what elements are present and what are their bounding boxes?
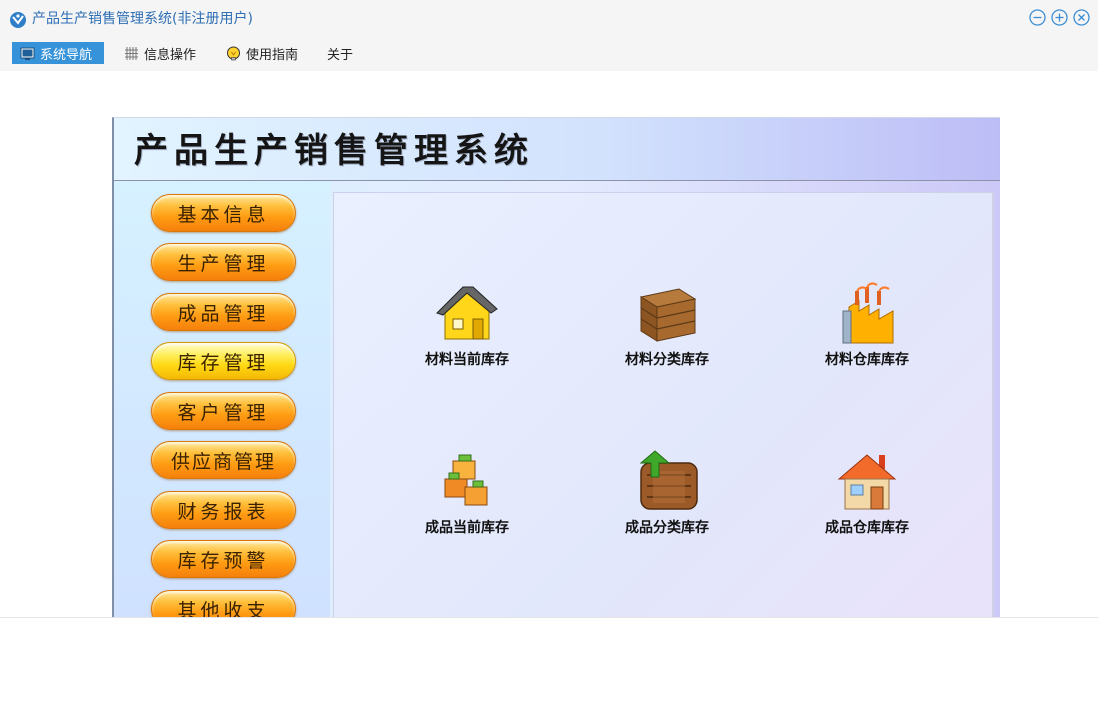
maximize-icon[interactable] [1051, 9, 1068, 26]
tile-material-warehouse-stock[interactable]: 材料仓库库存 [802, 281, 932, 381]
nav-finished-goods[interactable]: 成品管理 [151, 293, 296, 331]
lightbulb-icon [227, 46, 240, 60]
menu-system-navigation[interactable]: 系统导航 [12, 42, 104, 64]
menu-label: 系统导航 [40, 47, 93, 63]
factory-icon [842, 282, 894, 344]
system-navigation-panel: 产品生产销售管理系统 基本信息 生产管理 成品管理 库存管理 客户管理 供应商管… [112, 117, 1000, 617]
nav-basic-info[interactable]: 基本信息 [151, 194, 296, 232]
tile-label: 材料分类库存 [625, 352, 709, 368]
menu-label: 信息操作 [144, 47, 197, 63]
tile-material-category-stock[interactable]: 材料分类库存 [602, 281, 732, 381]
module-sidebar: 基本信息 生产管理 成品管理 库存管理 客户管理 供应商管理 财务报表 库存预警… [114, 181, 330, 617]
house-roof-icon [436, 286, 498, 340]
nav-customers[interactable]: 客户管理 [151, 392, 296, 430]
title-bar[interactable]: 产品生产销售管理系统(非注册用户) [0, 0, 1098, 38]
app-logo-icon [10, 12, 26, 28]
panel-title: 产品生产销售管理系统 [134, 131, 534, 171]
nav-inventory[interactable]: 库存管理 [151, 342, 296, 380]
nav-other-income-expense[interactable]: 其他收支 [151, 590, 296, 617]
nav-inventory-alert[interactable]: 库存预警 [151, 540, 296, 578]
inventory-tiles-area: 材料当前库存 材料分类库存 材料仓库库存 成品当前库存 成品分类库存 成品仓库库… [333, 192, 994, 617]
menu-bar: 系统导航 信息操作 使用指南 关于 [0, 38, 1098, 71]
menu-label: 关于 [327, 47, 354, 63]
tile-product-warehouse-stock[interactable]: 成品仓库库存 [802, 449, 932, 549]
menu-user-guide[interactable]: 使用指南 [218, 42, 306, 64]
tile-label: 成品仓库库存 [825, 520, 909, 536]
nav-production[interactable]: 生产管理 [151, 243, 296, 281]
panel-header: 产品生产销售管理系统 [114, 118, 1000, 181]
app-window: 产品生产销售管理系统(非注册用户) 系统导航 信息操作 使用指南 关于 产品生产… [0, 0, 1098, 618]
tile-product-category-stock[interactable]: 成品分类库存 [602, 449, 732, 549]
menu-about[interactable]: 关于 [319, 42, 361, 64]
nav-suppliers[interactable]: 供应商管理 [151, 441, 296, 479]
close-icon[interactable] [1073, 9, 1090, 26]
grid-icon [125, 46, 138, 60]
nav-financial-reports[interactable]: 财务报表 [151, 491, 296, 529]
warehouse-house-icon [837, 454, 897, 510]
tile-material-current-stock[interactable]: 材料当前库存 [402, 281, 532, 381]
minimize-icon[interactable] [1029, 9, 1046, 26]
tile-label: 成品分类库存 [625, 520, 709, 536]
tile-product-current-stock[interactable]: 成品当前库存 [402, 449, 532, 549]
tile-label: 材料仓库库存 [825, 352, 909, 368]
menu-label: 使用指南 [246, 47, 299, 63]
stacked-boxes-icon [444, 454, 488, 506]
menu-info-operations[interactable]: 信息操作 [116, 42, 204, 64]
barrel-arrow-icon [639, 450, 698, 510]
monitor-icon [20, 47, 35, 60]
window-title: 产品生产销售管理系统(非注册用户) [32, 11, 253, 27]
content-area: 产品生产销售管理系统 基本信息 生产管理 成品管理 库存管理 客户管理 供应商管… [2, 71, 1096, 617]
tile-label: 成品当前库存 [425, 520, 509, 536]
wooden-crate-icon [639, 288, 697, 342]
tile-label: 材料当前库存 [425, 352, 509, 368]
